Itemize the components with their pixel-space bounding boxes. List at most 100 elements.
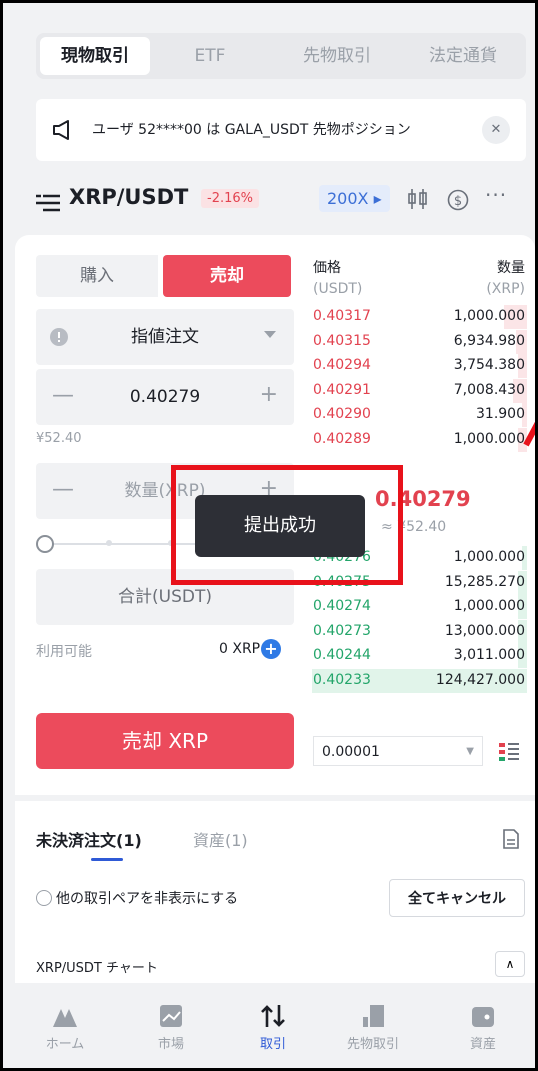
orderbook-qty: 1,000.000 <box>453 308 525 324</box>
hide-other-pairs-toggle[interactable]: 他の取引ペアを非表示にする <box>36 888 238 908</box>
orderbook-price: 0.40289 <box>313 431 371 447</box>
candlestick-icon[interactable] <box>407 189 429 209</box>
nav-trade-label: 取引 <box>259 1037 286 1052</box>
available-value: 0 XRP <box>219 641 261 657</box>
price-cny: ¥52.40 <box>36 431 82 446</box>
more-icon[interactable]: ··· <box>485 183 507 207</box>
price-stepper[interactable]: — 0.40279 + <box>36 369 294 425</box>
bid-row[interactable]: 0.40274 1,000.000 <box>301 595 527 620</box>
ask-row[interactable]: 0.40290 31.900 <box>301 403 527 428</box>
sell-tab[interactable]: 売却 <box>163 255 291 297</box>
tab-futures[interactable]: 先物取引 <box>282 33 392 79</box>
orderbook-price: 0.40315 <box>313 332 371 349</box>
tab-spot[interactable]: 現物取引 <box>40 37 150 75</box>
orderbook-qty: 15,285.270 <box>444 573 525 590</box>
nav-assets-label: 資産 <box>469 1037 496 1052</box>
tab-fiat[interactable]: 法定通貨 <box>408 33 518 79</box>
annotation-arrow <box>523 421 535 447</box>
orderbook-qty: 124,427.000 <box>435 672 525 688</box>
ask-row[interactable]: 0.40315 6,934.980 <box>301 329 527 354</box>
nav-futures[interactable]: 先物取引 <box>333 989 413 1068</box>
bottom-nav: ホーム 市場 取引 先物取引 資産 <box>3 989 535 1068</box>
qty-unit: (XRP) <box>486 281 525 297</box>
orderbook-price: 0.40274 <box>313 598 371 615</box>
price-value[interactable]: 0.40279 <box>36 369 294 425</box>
orderbook-qty: 3,011.000 <box>453 647 525 664</box>
tick-size-value: 0.00001 <box>322 744 380 760</box>
radio-icon[interactable] <box>36 890 52 906</box>
close-icon[interactable]: ✕ <box>482 116 510 144</box>
nav-trade[interactable]: 取引 <box>233 989 313 1068</box>
chart-label[interactable]: XRP/USDT チャート <box>36 957 158 976</box>
ask-row[interactable]: 0.40289 1,000.000 <box>301 428 527 452</box>
ask-row[interactable]: 0.40291 7,008.430 <box>301 378 527 403</box>
trade-icon <box>261 1005 285 1027</box>
nav-markets-label: 市場 <box>157 1037 184 1052</box>
order-type-label: 指値注文 <box>131 327 199 347</box>
pair-name[interactable]: XRP/USDT <box>69 185 188 209</box>
plus-icon[interactable]: + <box>260 384 278 406</box>
ask-row[interactable]: 0.40317 1,000.000 <box>301 305 527 329</box>
leverage-button[interactable]: 200X ▸ <box>319 185 390 212</box>
notice-banner[interactable]: ユーザ 52****00 は GALA_USDT 先物ポジション ✕ <box>36 99 526 161</box>
orderbook-qty: 3,754.380 <box>453 357 525 374</box>
app-screen: 現物取引 ETF 先物取引 法定通貨 ユーザ 52****00 は GALA_U… <box>0 0 538 1071</box>
deposit-plus-icon[interactable]: + <box>261 639 281 659</box>
home-icon <box>53 1009 77 1027</box>
chevron-down-icon: ▼ <box>466 746 474 757</box>
tab-assets[interactable]: 資産(1) <box>193 827 248 851</box>
market-tabs: 現物取引 ETF 先物取引 法定通貨 <box>36 33 526 79</box>
toast-message: 提出成功 <box>195 495 365 557</box>
bid-row[interactable]: 0.40244 3,011.000 <box>301 644 527 669</box>
sell-xrp-button[interactable]: 売却 XRP <box>36 713 294 769</box>
orderbook-price: 0.40233 <box>313 672 371 688</box>
orderbook-price: 0.40294 <box>313 357 371 374</box>
speaker-icon <box>53 120 69 140</box>
orderbook-layout-icon[interactable] <box>499 743 519 761</box>
orderbook-price: 0.40244 <box>313 647 371 664</box>
price-change-badge: -2.16% <box>201 189 259 208</box>
orderbook-qty: 6,934.980 <box>453 332 525 349</box>
tab-open-orders[interactable]: 未決済注文(1) <box>36 827 142 851</box>
orderbook-price: 0.40273 <box>313 622 371 639</box>
nav-markets[interactable]: 市場 <box>131 989 211 1068</box>
menu-icon[interactable] <box>36 194 60 212</box>
tick-size-select[interactable]: 0.00001 ▼ <box>313 736 483 766</box>
buy-tab[interactable]: 購入 <box>36 255 158 297</box>
hide-other-pairs-label: 他の取引ペアを非表示にする <box>56 891 239 907</box>
futures-icon <box>363 1005 384 1027</box>
orderbook-qty: 7,008.430 <box>453 381 525 398</box>
orderbook-price: 0.40291 <box>313 381 371 398</box>
collapse-chart-button[interactable]: ∧ <box>495 951 525 977</box>
markets-icon <box>160 1005 182 1027</box>
bid-row[interactable]: 0.40233 124,427.000 <box>301 669 527 693</box>
dollar-circle-icon[interactable]: $ <box>447 189 469 211</box>
notice-text: ユーザ 52****00 は GALA_USDT 先物ポジション <box>92 122 411 138</box>
ask-row[interactable]: 0.40294 3,754.380 <box>301 354 527 379</box>
nav-home-label: ホーム <box>45 1037 85 1052</box>
orderbook-price: 0.40290 <box>313 406 371 423</box>
order-type-select[interactable]: 指値注文 <box>36 309 294 365</box>
wallet-icon <box>472 1007 494 1027</box>
orderbook-qty: 1,000.000 <box>453 549 525 565</box>
nav-home[interactable]: ホーム <box>25 989 105 1068</box>
active-tab-underline <box>91 858 123 861</box>
orderbook-qty: 13,000.000 <box>444 622 525 639</box>
orderbook-qty: 1,000.000 <box>453 598 525 615</box>
orderbook-price: 0.40317 <box>313 308 371 324</box>
orderbook-qty: 1,000.000 <box>453 431 525 447</box>
bid-row[interactable]: 0.40273 13,000.000 <box>301 619 527 644</box>
slider-handle[interactable] <box>36 535 54 553</box>
cancel-all-button[interactable]: 全てキャンセル <box>389 879 525 917</box>
nav-assets[interactable]: 資産 <box>443 989 523 1068</box>
tab-etf[interactable]: ETF <box>170 33 250 79</box>
price-unit: (USDT) <box>313 281 363 297</box>
document-icon[interactable] <box>503 829 519 849</box>
chevron-down-icon <box>264 331 276 338</box>
orderbook-qty: 31.900 <box>476 406 525 423</box>
pair-header: XRP/USDT -2.16% 200X ▸ $ ··· <box>3 173 535 227</box>
available-label: 利用可能 <box>36 644 92 660</box>
svg-text:$: $ <box>454 194 462 209</box>
price-header: 価格 <box>313 260 341 276</box>
qty-header: 数量 <box>497 260 525 276</box>
